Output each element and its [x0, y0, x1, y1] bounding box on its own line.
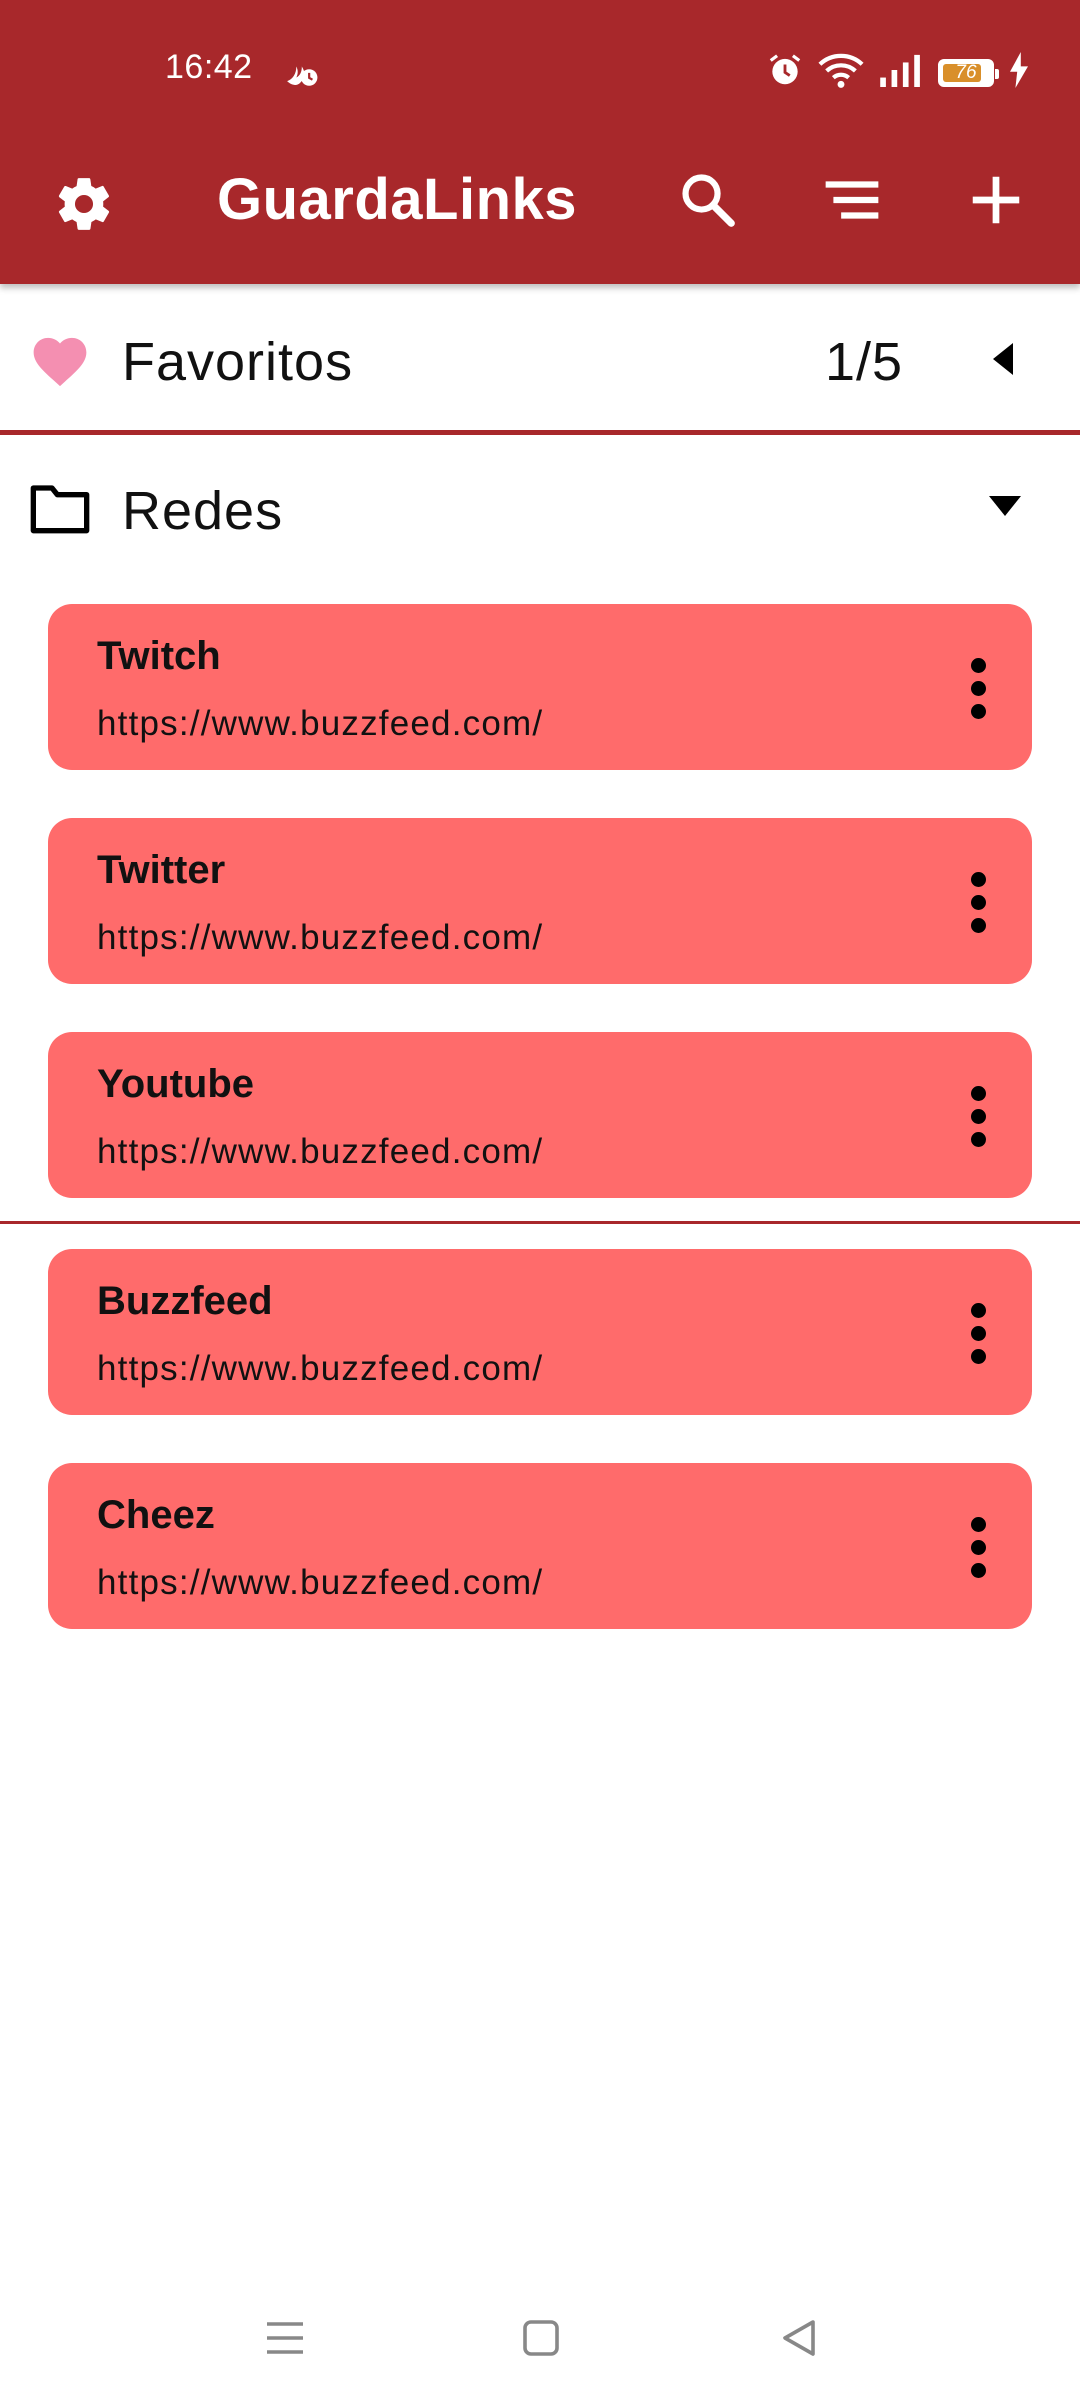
heart-icon — [28, 330, 92, 393]
favorites-divider — [0, 430, 1080, 435]
more-vert-icon — [970, 1516, 986, 1532]
more-options-button[interactable] — [948, 862, 1008, 942]
folder-label: Redes — [122, 481, 284, 541]
more-vert-icon — [970, 657, 986, 673]
charging-icon — [1008, 52, 1030, 93]
link-card[interactable]: Cheez https://www.buzzfeed.com/ — [48, 1463, 1032, 1629]
status-icons: 76 — [766, 50, 1030, 95]
link-card[interactable]: Youtube https://www.buzzfeed.com/ — [48, 1032, 1032, 1198]
more-vert-icon — [970, 871, 986, 887]
sort-button[interactable] — [814, 164, 890, 240]
link-card[interactable]: Twitch https://www.buzzfeed.com/ — [48, 604, 1032, 770]
link-url: https://www.buzzfeed.com/ — [97, 1349, 544, 1388]
link-url: https://www.buzzfeed.com/ — [97, 704, 544, 743]
more-vert-icon — [970, 1302, 986, 1318]
battery-icon: 76 — [938, 58, 999, 87]
favorites-toggle-button[interactable] — [980, 336, 1030, 386]
link-name: Buzzfeed — [97, 1279, 273, 1323]
recents-button[interactable] — [250, 2310, 320, 2370]
sort-icon — [821, 169, 883, 236]
gear-icon — [53, 173, 115, 240]
add-button[interactable] — [958, 164, 1034, 240]
link-card[interactable]: Twitter https://www.buzzfeed.com/ — [48, 818, 1032, 984]
battery-level: 76 — [955, 61, 977, 83]
link-url: https://www.buzzfeed.com/ — [97, 1563, 544, 1602]
app-bar: 16:42 76 GuardaLinks — [0, 0, 1080, 284]
caret-down-icon — [988, 495, 1022, 521]
app-title: GuardaLinks — [217, 167, 578, 232]
more-options-button[interactable] — [948, 1507, 1008, 1587]
vpn-icon — [278, 50, 322, 99]
add-icon — [965, 169, 1027, 236]
settings-button[interactable] — [48, 170, 120, 242]
link-url: https://www.buzzfeed.com/ — [97, 918, 544, 957]
folder-divider — [0, 1221, 1080, 1224]
caret-left-icon — [993, 342, 1017, 380]
home-icon — [521, 2318, 561, 2363]
more-options-button[interactable] — [948, 1076, 1008, 1156]
more-vert-icon — [970, 1085, 986, 1101]
link-name: Twitter — [97, 848, 226, 892]
favorites-counter: 1/5 — [825, 332, 904, 392]
folder-collapse-button[interactable] — [980, 488, 1030, 528]
link-card[interactable]: Buzzfeed https://www.buzzfeed.com/ — [48, 1249, 1032, 1415]
system-nav-bar — [0, 2280, 1080, 2400]
link-url: https://www.buzzfeed.com/ — [97, 1132, 544, 1171]
back-icon — [779, 2318, 819, 2363]
recents-icon — [265, 2320, 305, 2361]
favorites-label: Favoritos — [122, 332, 354, 392]
alarm-icon — [766, 51, 804, 94]
more-options-button[interactable] — [948, 648, 1008, 728]
search-icon — [677, 169, 739, 236]
signal-icon — [878, 53, 924, 92]
status-time: 16:42 — [165, 48, 253, 86]
search-button[interactable] — [670, 164, 746, 240]
wifi-icon — [818, 50, 864, 95]
more-options-button[interactable] — [948, 1293, 1008, 1373]
home-button[interactable] — [506, 2310, 576, 2370]
link-name: Twitch — [97, 634, 221, 678]
back-button[interactable] — [764, 2310, 834, 2370]
link-name: Youtube — [97, 1062, 255, 1106]
folder-icon — [28, 480, 92, 541]
link-name: Cheez — [97, 1493, 215, 1537]
